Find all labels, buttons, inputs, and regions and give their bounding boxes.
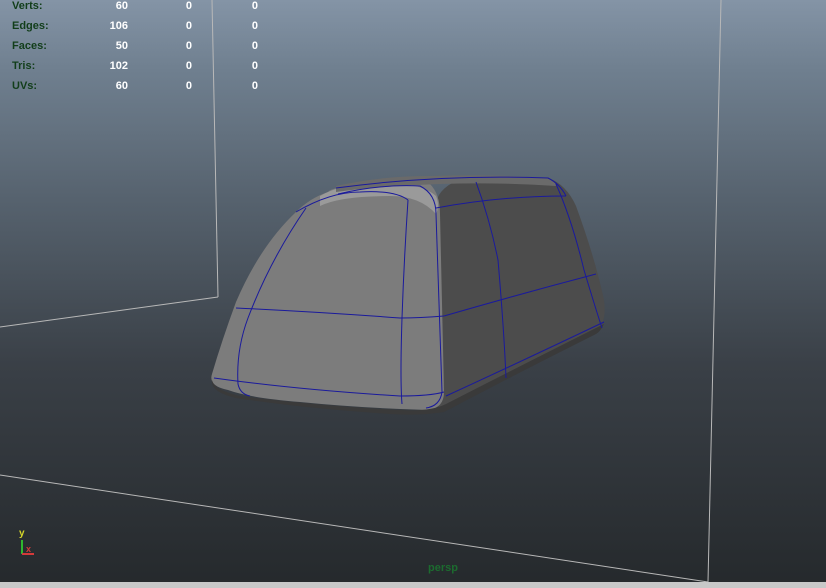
hud-value-3: 0 [251,80,258,92]
hud-label: Faces: [12,40,47,52]
hud-row-faces: Faces: 50 0 0 [0,40,270,54]
hud-value-1: 60 [115,0,128,12]
car-mesh[interactable] [211,175,605,415]
hud-row-edges: Edges: 106 0 0 [0,20,270,34]
hud-value-1: 60 [115,80,128,92]
hud-value-3: 0 [251,40,258,52]
room-line-floor-diagonal [0,474,709,583]
camera-name-label: persp [428,562,458,574]
hud-value-3: 0 [251,20,258,32]
axis-y-label: y [19,528,25,539]
hud-value-1: 106 [109,20,128,32]
hud-value-2: 0 [185,80,192,92]
hud-value-1: 102 [109,60,128,72]
hud-value-2: 0 [185,0,192,12]
viewport-bottom-border [0,582,826,588]
hud-value-3: 0 [251,60,258,72]
car-side-face[interactable] [436,177,605,409]
hud-value-2: 0 [185,40,192,52]
hud-row-tris: Tris: 102 0 0 [0,60,270,74]
hud-value-2: 0 [185,60,192,72]
perspective-viewport[interactable]: Verts: 60 0 0 Edges: 106 0 0 Faces: 50 0… [0,0,826,588]
hud-label: Edges: [12,20,49,32]
hud-row-verts: Verts: 60 0 0 [0,0,270,14]
hud-row-uvs: UVs: 60 0 0 [0,80,270,94]
poly-count-hud: Verts: 60 0 0 Edges: 106 0 0 Faces: 50 0… [0,0,270,100]
hud-value-3: 0 [251,0,258,12]
hud-value-1: 50 [115,40,128,52]
hud-value-2: 0 [185,20,192,32]
hud-label: Tris: [12,60,36,72]
room-line-right-vertical [707,0,722,583]
axis-x-label: x [26,544,32,554]
hud-label: UVs: [12,80,38,92]
room-line-left-horizontal [0,296,219,328]
hud-label: Verts: [12,0,43,12]
car-front-face[interactable] [211,182,444,410]
